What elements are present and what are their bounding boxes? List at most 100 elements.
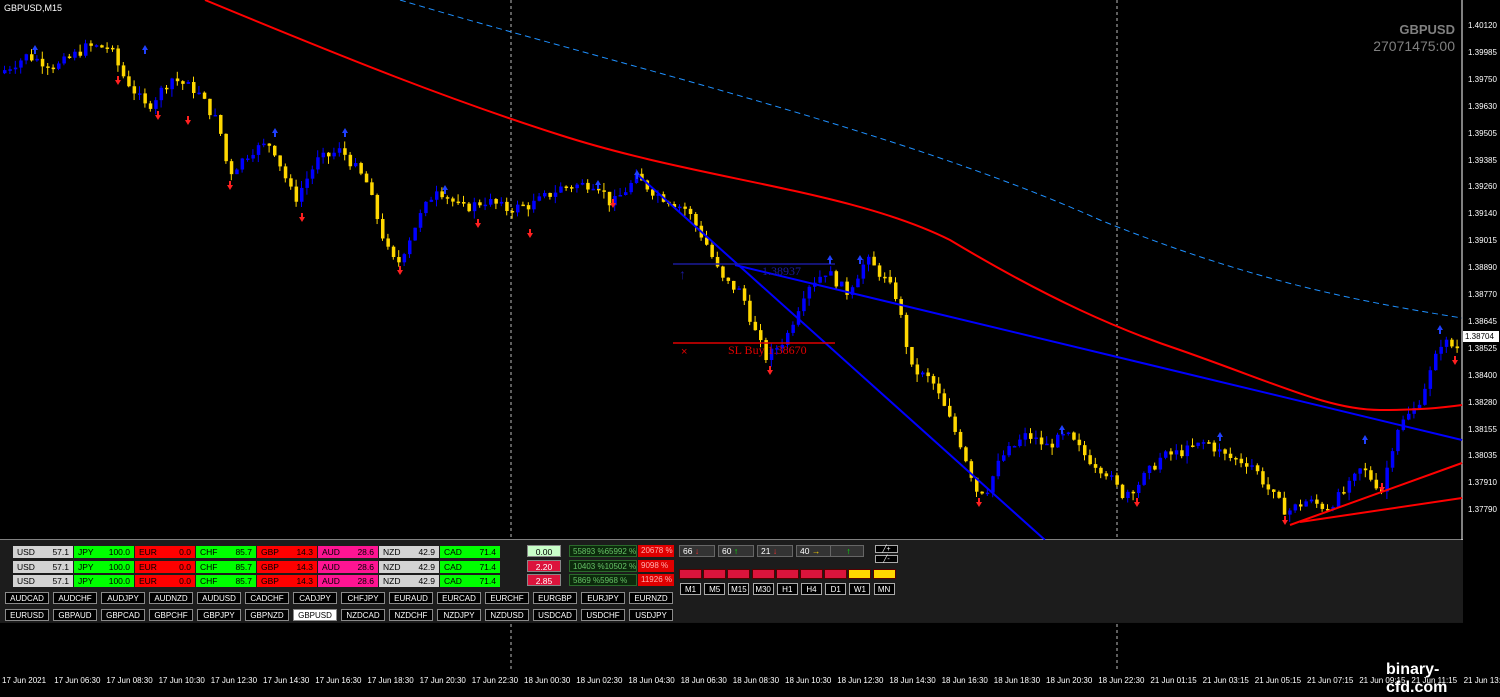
candle-body <box>1293 504 1298 511</box>
pair-button-cadjpy[interactable]: CADJPY <box>293 592 337 604</box>
fractal-up-icon <box>857 255 863 264</box>
timeframe-button-m15[interactable]: M15 <box>728 583 750 595</box>
fractal-up-icon <box>32 45 38 54</box>
signal-counter: 60 ↑ <box>718 545 754 557</box>
price-tick: 1.37910 <box>1468 478 1497 488</box>
pair-button-gbpchf[interactable]: GBPCHF <box>149 609 193 621</box>
timeframe-button-w1[interactable]: W1 <box>849 583 871 595</box>
pair-button-gbpusd[interactable]: GBPUSD <box>293 609 337 621</box>
pair-button-audjpy[interactable]: AUDJPY <box>101 592 145 604</box>
time-tick: 21 Jun 01:15 <box>1150 676 1197 685</box>
strength-cell: NZD 42.9 <box>379 546 439 558</box>
buy-arrow-icon: ↑ <box>679 266 686 282</box>
time-tick: 18 Jun 14:30 <box>889 676 936 685</box>
candle-body <box>294 186 299 202</box>
pair-button-gbpaud[interactable]: GBPAUD <box>53 609 97 621</box>
timeframe-button-m1[interactable]: M1 <box>680 583 701 595</box>
candle-body <box>964 447 968 462</box>
candle-body <box>802 298 806 312</box>
pair-button-nzdcad[interactable]: NZDCAD <box>341 609 385 621</box>
pair-button-chfjpy[interactable]: CHFJPY <box>341 592 385 604</box>
pair-button-nzdchf[interactable]: NZDCHF <box>389 609 433 621</box>
candle-body <box>262 143 266 146</box>
candle-body <box>321 152 326 158</box>
strength-cell: CHF 85.7 <box>196 560 256 573</box>
candle-body <box>1363 468 1368 471</box>
draw-tool-button[interactable]: ╱+ <box>875 545 898 553</box>
candle-body <box>883 276 887 279</box>
candle-body <box>375 194 380 219</box>
candle-body <box>721 266 725 278</box>
pair-button-eurjpy[interactable]: EURJPY <box>581 592 625 604</box>
candle-body <box>408 240 412 255</box>
fractal-up-icon <box>342 128 348 137</box>
timeframe-button-m5[interactable]: M5 <box>704 583 726 595</box>
pair-buttons-row1: AUDCAD AUDCHF AUDJPY AUDNZD AUDUSD CADCHF CADJ… <box>5 592 677 604</box>
candle-body <box>267 143 272 146</box>
sl-buy-label: SL Buy 1.38670 <box>728 343 807 357</box>
candle-body <box>791 324 795 333</box>
pair-button-audcad[interactable]: AUDCAD <box>5 592 49 604</box>
pair-button-gbpjpy[interactable]: GBPJPY <box>197 609 241 621</box>
pair-button-cadchf[interactable]: CADCHF <box>245 592 289 604</box>
candle-body <box>1137 484 1141 493</box>
candle-body <box>1056 434 1060 448</box>
timeframe-button-m30[interactable]: M30 <box>752 583 774 595</box>
fractal-down-icon <box>976 498 982 507</box>
candle-body <box>1255 465 1260 472</box>
metric-value: 11926 % <box>638 574 674 586</box>
candle-body <box>937 383 941 394</box>
pair-button-eurnzd[interactable]: EURNZD <box>629 592 673 604</box>
timeframe-signal <box>679 569 702 579</box>
candle-body <box>856 278 860 288</box>
candle-body <box>543 192 547 197</box>
timeframe-button-h1[interactable]: H1 <box>776 583 798 595</box>
pair-button-eurgbp[interactable]: EURGBP <box>533 592 577 604</box>
pair-button-usdcad[interactable]: USDCAD <box>533 609 577 621</box>
time-tick: 17 Jun 10:30 <box>158 676 205 685</box>
candle-body <box>834 271 839 287</box>
candle-body <box>1353 473 1357 481</box>
time-tick: 18 Jun 16:30 <box>941 676 988 685</box>
pair-button-audchf[interactable]: AUDCHF <box>53 592 97 604</box>
timeframe-button-d1[interactable]: D1 <box>825 583 847 595</box>
pair-button-gbpcad[interactable]: GBPCAD <box>101 609 145 621</box>
timeframe-button-h4[interactable]: H4 <box>801 583 822 595</box>
time-tick: 17 Jun 22:30 <box>471 676 519 685</box>
time-tick: 17 Jun 06:30 <box>54 676 101 685</box>
time-tick: 18 Jun 12:30 <box>837 676 884 685</box>
pair-button-eurcad[interactable]: EURCAD <box>437 592 481 604</box>
candle-body <box>451 198 455 202</box>
strength-row: USD 57.1 JPY 100.0 EUR 0.0 CHF 85.7 GBP 14.3 AUD 28… <box>13 560 501 573</box>
value-box: 0.00 <box>527 545 561 557</box>
pair-button-eurusd[interactable]: EURUSD <box>5 609 49 621</box>
pair-button-usdjpy[interactable]: USDJPY <box>629 609 673 621</box>
candle-body <box>1045 443 1049 446</box>
candle-body <box>305 178 309 188</box>
candle-body <box>246 158 250 160</box>
candle-body <box>1218 449 1222 452</box>
candle-body <box>1390 451 1395 468</box>
candle-body <box>132 86 137 94</box>
fractal-down-icon <box>475 219 481 228</box>
candle-body <box>1239 458 1244 464</box>
pair-button-audusd[interactable]: AUDUSD <box>197 592 241 604</box>
timeframe-button-mn[interactable]: MN <box>873 583 895 595</box>
pair-button-audnzd[interactable]: AUDNZD <box>149 592 193 604</box>
candle-body <box>337 148 342 153</box>
fractal-down-icon <box>299 213 305 222</box>
candle-body <box>1434 353 1438 371</box>
pair-button-usdchf[interactable]: USDCHF <box>581 609 625 621</box>
price-tick: 1.38035 <box>1468 451 1497 461</box>
candle-body <box>510 210 515 213</box>
time-tick: 17 Jun 12:30 <box>210 676 258 685</box>
pair-button-nzdjpy[interactable]: NZDJPY <box>437 609 481 621</box>
pair-button-nzdusd[interactable]: NZDUSD <box>485 609 529 621</box>
pair-button-euraud[interactable]: EURAUD <box>389 592 433 604</box>
candle-body <box>618 195 623 197</box>
time-tick: 18 Jun 18:30 <box>993 676 1041 685</box>
pair-button-gbpnzd[interactable]: GBPNZD <box>245 609 289 621</box>
signal-counter: 40 → <box>796 545 832 557</box>
draw-tool-button[interactable]: ╱- <box>875 555 898 563</box>
pair-button-eurchf[interactable]: EURCHF <box>485 592 529 604</box>
